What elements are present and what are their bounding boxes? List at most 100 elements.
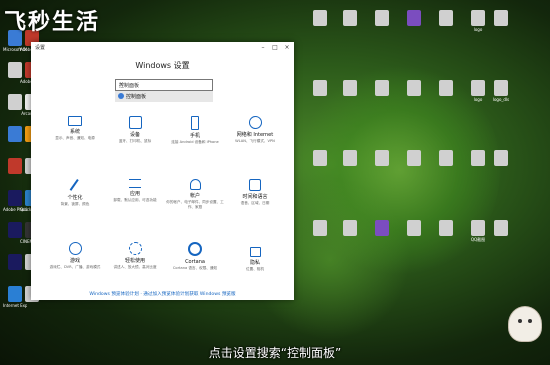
desktop-shortcut[interactable] (489, 150, 513, 167)
desktop-shortcut[interactable] (402, 80, 426, 97)
maximize-button[interactable]: □ (269, 43, 281, 52)
control-panel-icon (118, 93, 124, 99)
settings-window: 设置 – □ × Windows 设置 控制面板 × 控制面板 系统 显示、声音、… (31, 42, 294, 300)
window-title: 设置 (35, 45, 46, 51)
desktop-shortcut[interactable] (402, 220, 426, 237)
title-bar: 设置 – □ × (31, 42, 294, 54)
file-icon (439, 150, 453, 166)
file-icon (494, 220, 508, 236)
file-icon (313, 220, 327, 236)
file-icon (494, 150, 508, 166)
settings-tile-description: 位置、相机 (246, 267, 264, 271)
settings-tile[interactable]: 时间和语言 语音、区域、日期 (225, 179, 285, 206)
desktop-shortcut[interactable] (434, 220, 458, 237)
desktop-shortcut[interactable] (402, 150, 426, 167)
settings-tile-name: 游戏 (69, 258, 80, 264)
desktop-shortcut[interactable] (434, 80, 458, 97)
desktop-shortcut[interactable] (370, 220, 394, 237)
settings-tile-description: 你的帐户、电子邮件、同步设置、工作、家庭 (166, 200, 224, 209)
settings-tile-description: Cortana 语言、权限、通知 (172, 266, 218, 270)
settings-tile[interactable]: 设备 蓝牙、打印机、鼠标 (105, 116, 165, 144)
settings-tile[interactable]: Cortana Cortana 语言、权限、通知 (165, 242, 225, 271)
desktop-shortcut-label: QQ截图 (470, 237, 486, 242)
file-icon (407, 150, 421, 166)
device-icon (128, 116, 142, 129)
settings-tile-name: Cortana (185, 259, 205, 265)
file-icon (343, 150, 357, 166)
settings-tile-description: 背景、锁屏、颜色 (60, 202, 90, 206)
desktop-shortcut[interactable] (434, 10, 458, 27)
insider-program-link[interactable]: Windows 预览体验计划 · 通过加入预览体验计划获取 Windows 预览… (31, 291, 294, 297)
file-icon (375, 80, 389, 96)
file-icon (313, 80, 327, 96)
search-input[interactable]: 控制面板 × (115, 79, 213, 91)
file-icon (313, 10, 327, 26)
desktop-shortcut[interactable] (338, 10, 362, 27)
file-icon (494, 10, 508, 26)
video-caption: 点击设置搜索“控制面板” (208, 346, 342, 360)
settings-tile-description: WLAN、飞行模式、VPN (235, 139, 275, 143)
clear-search-icon[interactable]: × (119, 81, 210, 88)
globe-icon (248, 116, 262, 129)
desktop-shortcut[interactable] (370, 80, 394, 97)
desktop-shortcut[interactable] (338, 80, 362, 97)
desktop-shortcut[interactable]: QQ截图 (466, 220, 490, 242)
file-icon (439, 220, 453, 236)
settings-tile[interactable]: 帐户 你的帐户、电子邮件、同步设置、工作、家庭 (165, 179, 225, 209)
monitor-icon (68, 116, 82, 126)
desktop-shortcut[interactable]: logo_dls (489, 80, 513, 102)
settings-tile[interactable]: 系统 显示、声音、通知、电源 (45, 116, 105, 141)
settings-tile[interactable]: 个性化 背景、锁屏、颜色 (45, 179, 105, 207)
settings-tile-description: 卸载、默认应用、可选功能 (113, 198, 157, 202)
desktop-shortcut-label: logo (473, 97, 483, 102)
desktop-shortcut[interactable] (370, 10, 394, 27)
minimize-button[interactable]: – (257, 43, 269, 52)
settings-tile-description: 讲述人、放大镜、高对比度 (113, 265, 157, 269)
apps-list-icon (129, 179, 141, 188)
settings-tile[interactable]: 网络和 Internet WLAN、飞行模式、VPN (225, 116, 285, 144)
close-button[interactable]: × (281, 43, 293, 52)
file-icon (439, 80, 453, 96)
desktop-shortcut-label: logo (473, 27, 483, 32)
settings-tile[interactable]: 游戏 游戏栏、DVR、广播、游戏模式 (45, 242, 105, 270)
settings-tile-description: 连接 Android 设备和 iPhone (171, 140, 219, 144)
mascot-sticker (508, 306, 542, 342)
search-suggestion-label: 控制面板 (126, 94, 147, 100)
file-icon (375, 150, 389, 166)
desktop-shortcut[interactable] (489, 220, 513, 237)
file-icon (494, 80, 508, 96)
lock-icon (249, 247, 261, 257)
settings-tile-name: 手机 (189, 133, 200, 139)
desktop-shortcut[interactable] (466, 150, 490, 167)
xbox-icon (68, 242, 82, 255)
file-icon (471, 150, 485, 166)
settings-tile-name: 网络和 Internet (236, 132, 274, 138)
settings-tile-name: 隐私 (249, 260, 260, 266)
desktop-shortcut[interactable] (338, 150, 362, 167)
desktop-shortcut[interactable] (308, 80, 332, 97)
desktop-shortcut[interactable]: logo (466, 80, 490, 102)
settings-tile-description: 显示、声音、通知、电源 (55, 136, 95, 140)
desktop-shortcut[interactable] (370, 150, 394, 167)
settings-tile[interactable]: 应用 卸载、默认应用、可选功能 (105, 179, 165, 203)
desktop-shortcut[interactable] (338, 220, 362, 237)
file-icon (407, 10, 421, 26)
settings-tile[interactable]: 隐私 位置、相机 (225, 242, 285, 272)
desktop-shortcut[interactable] (434, 150, 458, 167)
file-icon (407, 80, 421, 96)
settings-tile-name: 系统 (69, 129, 80, 135)
search-suggestion[interactable]: 控制面板 (115, 91, 213, 102)
settings-tile[interactable]: 手机 连接 Android 设备和 iPhone (165, 116, 225, 145)
desktop-shortcut[interactable]: logo (466, 10, 490, 32)
desktop-shortcut[interactable] (308, 150, 332, 167)
desktop-shortcut[interactable] (489, 10, 513, 27)
desktop-shortcut-label: Internet Explorer (3, 303, 27, 308)
cortana-icon (188, 242, 202, 256)
desktop-shortcut[interactable] (308, 10, 332, 27)
settings-tile-name: 应用 (129, 191, 140, 197)
desktop-shortcut[interactable] (308, 220, 332, 237)
file-icon (375, 10, 389, 26)
settings-tile[interactable]: 轻松使用 讲述人、放大镜、高对比度 (105, 242, 165, 270)
settings-tile-name: 轻松使用 (124, 258, 145, 264)
desktop-shortcut[interactable] (402, 10, 426, 27)
